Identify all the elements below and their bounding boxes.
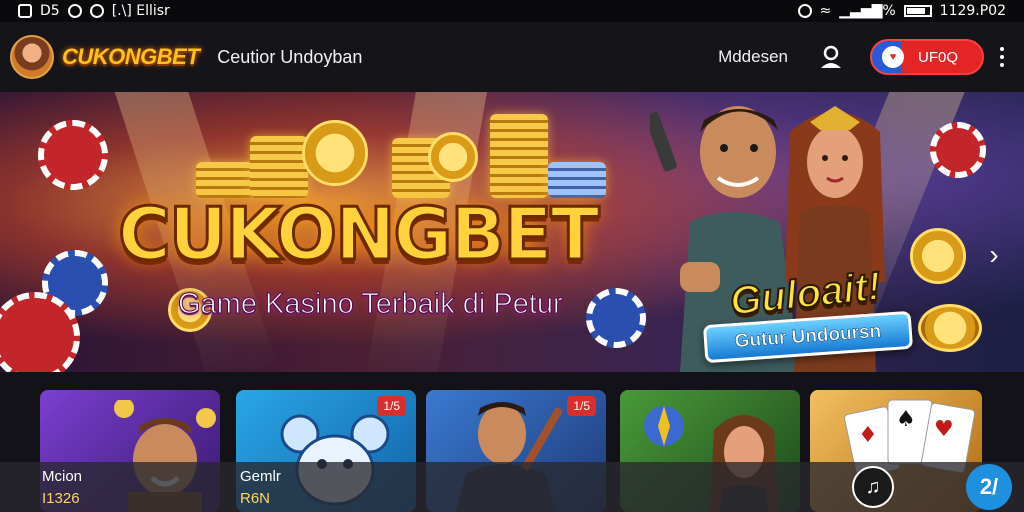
header-link[interactable]: Mddesen	[718, 47, 788, 67]
pill-label: UF0Q	[918, 48, 959, 66]
status-right: ≈ ▁▃▅▇% 1129.P02	[797, 3, 1006, 19]
avatar[interactable]	[10, 35, 54, 79]
battery-icon	[903, 5, 932, 17]
dot	[1000, 47, 1004, 51]
coin-icon	[428, 132, 478, 182]
user-icon	[821, 45, 841, 68]
app-bar: CUKONGBET Ceutior Undoyban Mddesen ♥ UF0…	[0, 22, 1024, 92]
casino-chip-icon	[930, 122, 986, 178]
hero-title: CUKONGBET	[117, 191, 602, 278]
svg-text:♦: ♦	[858, 423, 878, 448]
hero-subtitle: Game Kasino Terbaik di Petur	[178, 288, 564, 321]
user-button[interactable]	[816, 42, 846, 72]
status-left-text: D5	[40, 3, 60, 19]
brand-logo[interactable]: CUKONGBET	[62, 44, 200, 70]
alarm-icon	[89, 4, 104, 18]
heart-icon: ♥	[882, 46, 904, 68]
coin-icon	[910, 228, 966, 284]
signal-text: ▁▃▅▇%	[839, 3, 896, 19]
status-left-extra: [.\] Ellisr	[111, 3, 170, 19]
carousel-next-icon[interactable]: ›	[980, 238, 1008, 272]
clock-icon	[797, 4, 812, 18]
coin-stack	[250, 136, 308, 198]
dot	[1000, 55, 1004, 59]
game-sublabel: R6N	[240, 490, 271, 507]
hero-banner[interactable]: CUKONGBET Game Kasino Terbaik di Petur G…	[0, 92, 1024, 372]
dot	[1000, 63, 1004, 67]
status-left: D5 [.\] Ellisr	[18, 3, 170, 19]
game-label: Mcion	[42, 468, 83, 485]
sync-icon	[67, 4, 82, 18]
music-button[interactable]: ♫	[852, 466, 894, 508]
svg-text:♠: ♠	[896, 407, 916, 432]
game-sublabel: I1326	[42, 490, 80, 507]
coin-icon	[302, 120, 368, 186]
coin-stack	[490, 114, 548, 198]
account-pill-button[interactable]: ♥ UF0Q	[870, 39, 984, 75]
game-label: Gemlr	[240, 468, 281, 485]
casino-chip-icon	[586, 288, 646, 348]
notification-icon	[18, 4, 32, 18]
wifi-icon: ≈	[819, 3, 832, 19]
page-title: Ceutior Undoyban	[217, 46, 363, 67]
more-menu-button[interactable]	[990, 39, 1014, 75]
status-time: 1129.P02	[939, 3, 1006, 19]
status-bar: D5 [.\] Ellisr ≈ ▁▃▅▇% 1129.P02	[0, 0, 1024, 22]
svg-text:♥: ♥	[934, 417, 954, 442]
casino-chip-icon	[38, 120, 108, 190]
help-button[interactable]: 2/	[966, 464, 1012, 510]
coin-icon	[918, 304, 982, 352]
music-icon: ♫	[865, 475, 881, 498]
